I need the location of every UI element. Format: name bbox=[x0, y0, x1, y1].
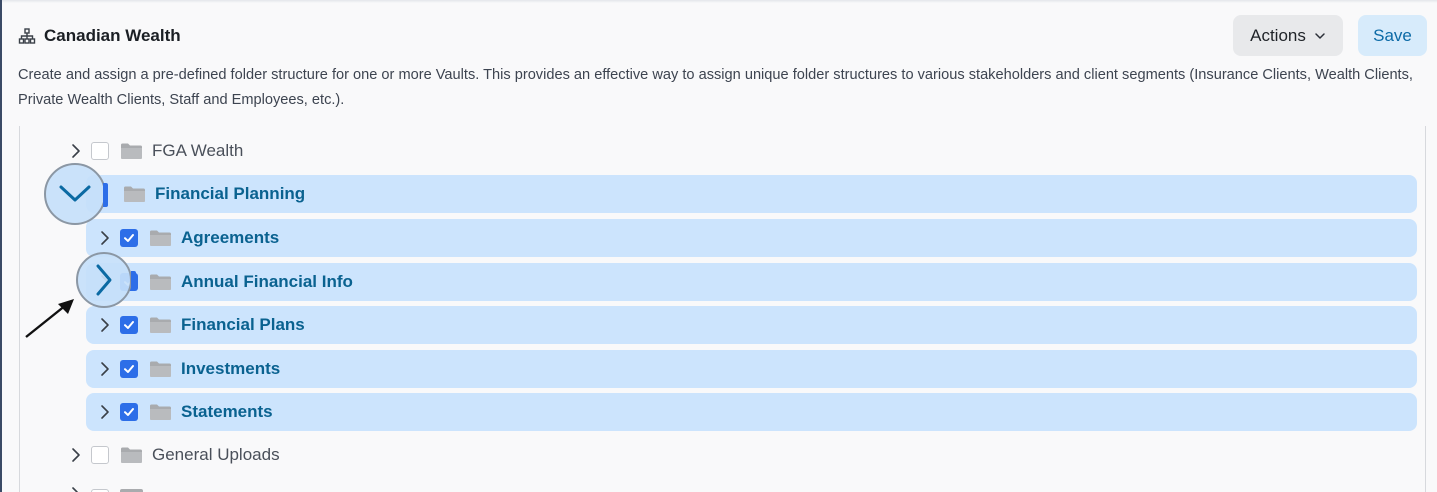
top-edge bbox=[2, 0, 1437, 3]
check-icon bbox=[124, 321, 134, 329]
chevron-right-icon bbox=[72, 487, 78, 492]
folder-checkbox[interactable] bbox=[120, 360, 138, 378]
actions-button-label: Actions bbox=[1250, 25, 1306, 45]
tree-row-partial bbox=[67, 480, 267, 492]
folder-icon bbox=[150, 230, 171, 246]
pointer-arrow-icon bbox=[25, 299, 74, 338]
folder-icon bbox=[121, 143, 142, 159]
tree-row-investments[interactable]: Investments bbox=[86, 350, 1417, 388]
folder-checkbox[interactable] bbox=[120, 316, 138, 334]
folder-icon bbox=[121, 447, 142, 463]
folder-label: Financial Plans bbox=[181, 315, 305, 334]
chevron-right-magnified[interactable] bbox=[76, 252, 132, 308]
folder-label: FGA Wealth bbox=[152, 141, 244, 160]
tree-row-financial-plans[interactable]: Financial Plans bbox=[86, 306, 1417, 344]
folder-checkbox[interactable] bbox=[120, 403, 138, 421]
page-title: Canadian Wealth bbox=[44, 26, 181, 45]
folder-checkbox[interactable] bbox=[91, 446, 109, 464]
save-button[interactable]: Save bbox=[1358, 15, 1427, 56]
chevron-right-icon[interactable] bbox=[96, 316, 114, 334]
chevron-right-icon[interactable] bbox=[96, 403, 114, 421]
folder-label: Investments bbox=[181, 359, 281, 378]
tree-row-statements[interactable]: Statements bbox=[86, 393, 1417, 431]
page-header: Canadian Wealth bbox=[18, 26, 181, 46]
chevron-right-icon[interactable] bbox=[67, 142, 85, 160]
tree-row-general-uploads[interactable]: General Uploads bbox=[67, 436, 667, 474]
folder-icon bbox=[150, 404, 171, 420]
folder-icon bbox=[150, 361, 171, 377]
folder-label: Financial Planning bbox=[155, 184, 306, 203]
chevron-right-icon bbox=[96, 264, 112, 296]
check-icon bbox=[124, 234, 134, 242]
chevron-right-icon[interactable] bbox=[96, 229, 114, 247]
folder-label: Agreements bbox=[181, 228, 280, 247]
folder-icon bbox=[124, 186, 145, 202]
actions-button[interactable]: Actions bbox=[1233, 15, 1343, 56]
folder-label: General Uploads bbox=[152, 445, 280, 464]
folder-label: Annual Financial Info bbox=[181, 272, 353, 291]
folder-label: Statements bbox=[181, 402, 273, 421]
folder-icon bbox=[150, 317, 171, 333]
expand-toggle-magnified[interactable] bbox=[44, 163, 106, 225]
check-icon bbox=[124, 365, 134, 373]
tree-row-agreements[interactable]: Agreements bbox=[86, 219, 1417, 257]
chevron-down-icon bbox=[1315, 32, 1325, 39]
check-icon bbox=[124, 408, 134, 416]
tree-row-fga-wealth[interactable]: FGA Wealth bbox=[67, 132, 667, 170]
folder-icon bbox=[150, 274, 171, 290]
sitemap-icon bbox=[18, 28, 36, 44]
page-description: Create and assign a pre-defined folder s… bbox=[18, 67, 1413, 108]
folder-checkbox[interactable] bbox=[120, 229, 138, 247]
chevron-right-icon[interactable] bbox=[67, 446, 85, 464]
checkbox-edge bbox=[131, 271, 136, 291]
chevron-right-icon[interactable] bbox=[96, 360, 114, 378]
tree-row-annual-financial-info[interactable]: Annual Financial Info bbox=[86, 263, 1417, 301]
chevron-down-icon bbox=[59, 185, 91, 202]
folder-checkbox[interactable] bbox=[91, 142, 109, 160]
tree-row-financial-planning[interactable]: Financial Planning bbox=[86, 175, 1417, 213]
checkbox-edge bbox=[103, 183, 108, 207]
